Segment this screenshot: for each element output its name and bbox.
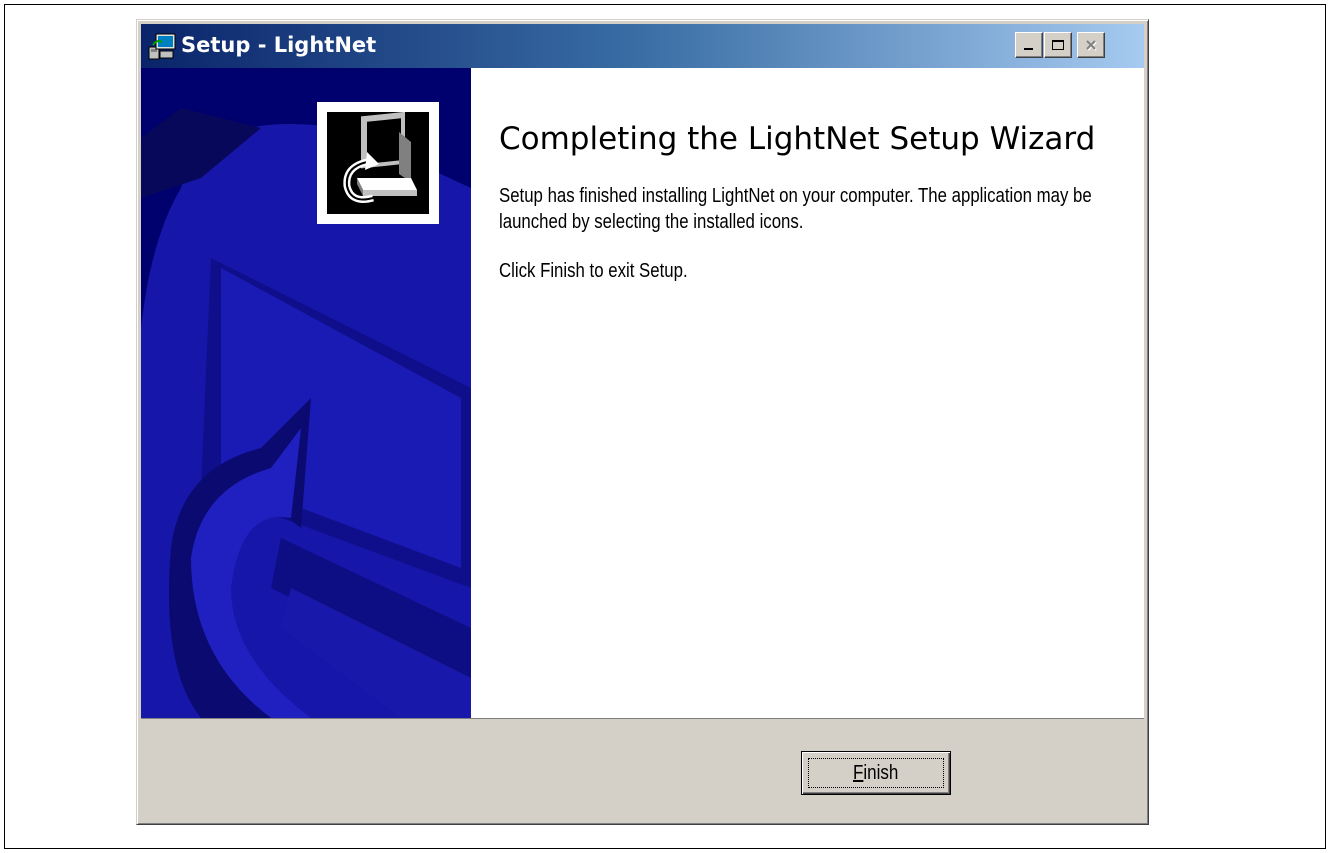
setup-computer-image [317,102,439,224]
minimize-icon [1023,39,1035,51]
finish-button-label: Finish [853,762,898,785]
wizard-finished-text: Setup has finished installing LightNet o… [499,185,1092,233]
focus-rectangle: Finish [808,758,944,788]
wizard-content: Completing the LightNet Setup Wizard Set… [499,120,1119,284]
wizard-side-banner [141,68,471,718]
close-button[interactable] [1077,32,1105,58]
maximize-button[interactable] [1044,32,1072,58]
finish-mnemonic: F [853,761,864,784]
setup-app-icon [147,31,177,61]
minimize-button[interactable] [1015,32,1043,58]
wizard-heading: Completing the LightNet Setup Wizard [499,121,1096,157]
maximize-icon [1051,39,1065,51]
finish-label-rest: inish [863,761,899,784]
setup-window: Setup - LightNet Completing the LightNet… [136,19,1149,825]
title-bar[interactable]: Setup - LightNet [141,24,1144,68]
wizard-page: Completing the LightNet Setup Wizard Set… [141,68,1144,719]
close-icon [1084,39,1098,51]
window-title: Setup - LightNet [181,33,377,57]
finish-button[interactable]: Finish [801,751,951,795]
wizard-instruction-text: Click Finish to exit Setup. [499,260,688,282]
